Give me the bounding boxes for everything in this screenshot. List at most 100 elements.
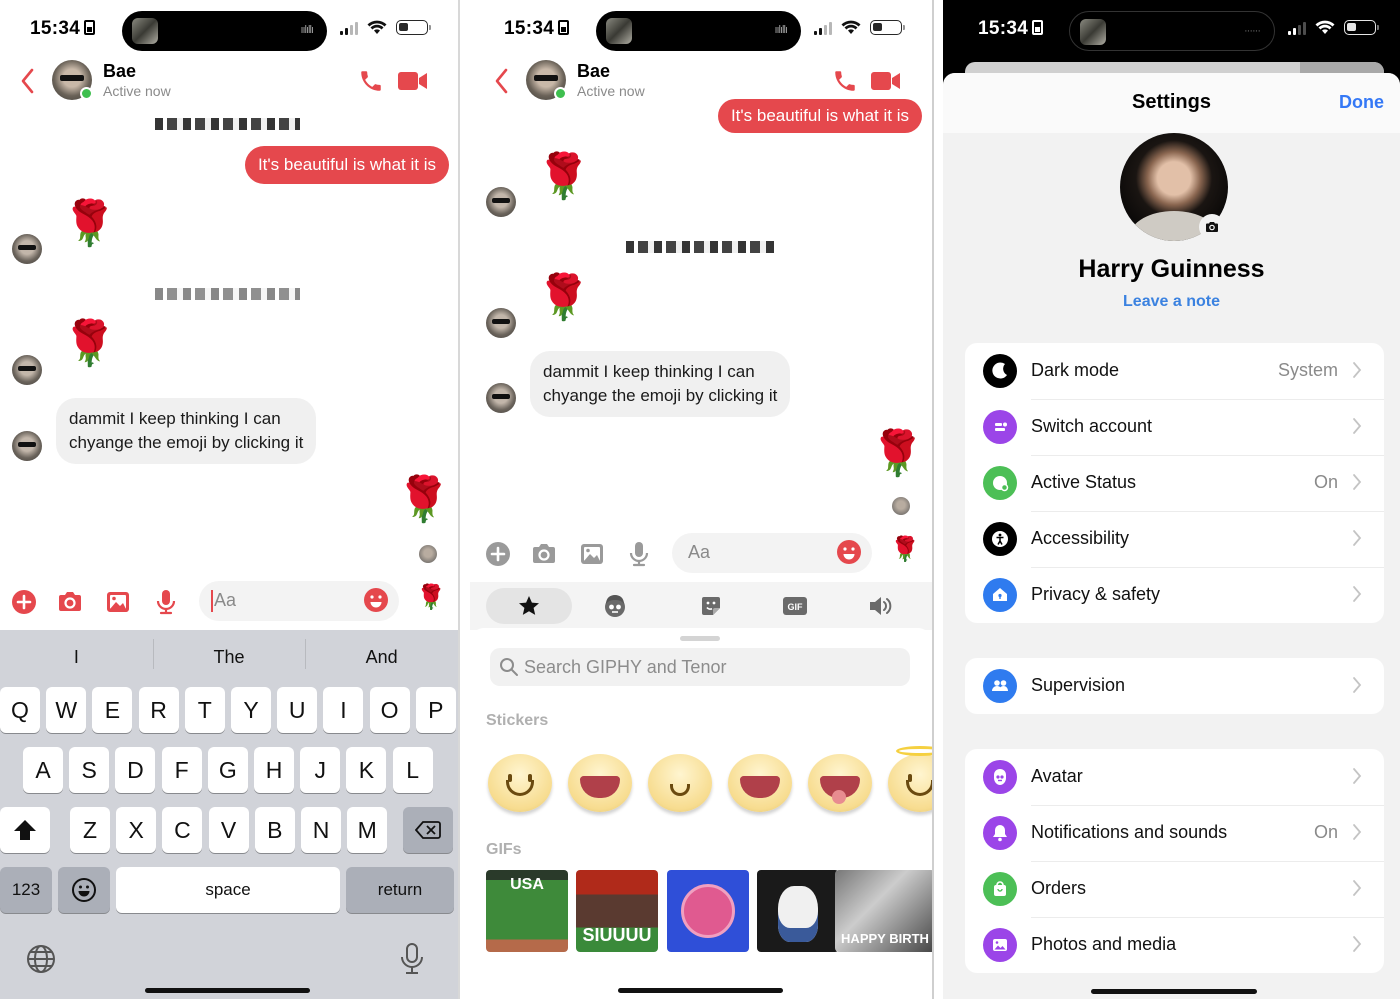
key-q[interactable]: Q xyxy=(0,687,40,733)
message-bubble-incoming[interactable]: dammit I keep thinking I can chyange the… xyxy=(530,351,791,417)
settings-row-avatar[interactable]: Avatar xyxy=(965,749,1384,805)
dictation-mic-icon[interactable] xyxy=(398,942,426,976)
sender-avatar[interactable] xyxy=(12,431,42,461)
settings-row-privacy-safety[interactable]: Privacy & safety xyxy=(965,567,1384,623)
sheet-grabber[interactable] xyxy=(680,636,720,641)
space-key[interactable]: space xyxy=(116,867,340,913)
sticker-angel[interactable] xyxy=(888,746,932,812)
rose-emoji-message[interactable]: 🌹 xyxy=(536,276,591,320)
microphone-icon[interactable] xyxy=(625,540,653,568)
quick-reaction-rose-button[interactable]: 🌹 xyxy=(416,586,446,610)
change-photo-button[interactable] xyxy=(1199,214,1225,240)
message-bubble-outgoing[interactable]: It's beautiful is what it is xyxy=(244,146,449,184)
key-c[interactable]: C xyxy=(162,807,203,853)
quick-reaction-rose-button[interactable]: 🌹 xyxy=(890,538,920,562)
back-chevron-icon[interactable] xyxy=(18,66,38,96)
gif-tile[interactable] xyxy=(757,870,839,952)
suggestion-item[interactable]: And xyxy=(305,639,458,669)
key-l[interactable]: L xyxy=(392,747,433,793)
rose-emoji-message[interactable]: 🌹 xyxy=(62,202,117,246)
sticker-tongue-out[interactable] xyxy=(808,754,872,812)
sender-avatar[interactable] xyxy=(12,355,42,385)
gif-tile[interactable]: USA xyxy=(486,870,568,952)
key-j[interactable]: J xyxy=(300,747,341,793)
dynamic-island[interactable]: ıılıllı xyxy=(596,11,801,51)
contact-name[interactable]: Bae xyxy=(103,61,136,82)
tab-favorites[interactable] xyxy=(486,588,572,624)
sender-avatar[interactable] xyxy=(12,234,42,264)
key-m[interactable]: M xyxy=(347,807,388,853)
video-call-icon[interactable] xyxy=(398,70,428,92)
key-i[interactable]: I xyxy=(323,687,364,733)
sender-avatar[interactable] xyxy=(486,187,516,217)
phone-call-icon[interactable] xyxy=(358,68,384,94)
key-h[interactable]: H xyxy=(254,747,294,793)
settings-row-dark-mode[interactable]: Dark mode System xyxy=(965,343,1384,399)
emoji-keyboard-key[interactable] xyxy=(58,867,110,913)
message-input[interactable]: Aa xyxy=(672,533,872,573)
sticker-smile[interactable] xyxy=(488,754,552,812)
key-g[interactable]: G xyxy=(207,747,248,793)
key-n[interactable]: N xyxy=(301,807,341,853)
message-bubble-incoming[interactable]: dammit I keep thinking I can chyange the… xyxy=(56,398,317,464)
contact-name[interactable]: Bae xyxy=(577,61,610,82)
sender-avatar[interactable] xyxy=(486,308,516,338)
key-d[interactable]: D xyxy=(115,747,156,793)
phone-call-icon[interactable] xyxy=(832,68,858,94)
done-button[interactable]: Done xyxy=(1339,92,1384,113)
suggestion-item[interactable]: The xyxy=(152,639,306,669)
key-x[interactable]: X xyxy=(116,807,157,853)
rose-emoji-message[interactable]: 🌹 xyxy=(396,478,451,522)
suggestion-item[interactable]: I xyxy=(0,647,153,668)
emoji-button-icon[interactable] xyxy=(836,539,862,565)
camera-icon[interactable] xyxy=(56,588,84,616)
settings-row-notifications-and-sounds[interactable]: Notifications and sounds On xyxy=(965,805,1384,861)
globe-icon[interactable] xyxy=(25,943,57,975)
settings-row-active-status[interactable]: Active Status On xyxy=(965,455,1384,511)
key-z[interactable]: Z xyxy=(70,807,110,853)
dynamic-island[interactable]: ······ xyxy=(1069,11,1275,51)
sticker-happy-closed-eyes[interactable] xyxy=(648,754,712,812)
backspace-key[interactable] xyxy=(403,807,453,853)
key-v[interactable]: V xyxy=(208,807,249,853)
settings-row-switch-account[interactable]: Switch account xyxy=(965,399,1384,455)
plus-circle-icon[interactable] xyxy=(10,588,38,616)
sender-avatar[interactable] xyxy=(486,383,516,413)
settings-row-accessibility[interactable]: Accessibility xyxy=(965,511,1384,567)
rose-emoji-message[interactable]: 🌹 xyxy=(536,155,591,199)
tab-stickers[interactable] xyxy=(686,588,736,624)
photo-gallery-icon[interactable] xyxy=(104,588,132,616)
key-o[interactable]: O xyxy=(369,687,410,733)
key-t[interactable]: T xyxy=(184,687,225,733)
gif-search-input[interactable]: Search GIPHY and Tenor xyxy=(490,648,910,686)
settings-row-supervision[interactable]: Supervision xyxy=(965,658,1384,714)
key-p[interactable]: P xyxy=(415,687,456,733)
key-s[interactable]: S xyxy=(69,747,110,793)
key-k[interactable]: K xyxy=(346,747,387,793)
settings-row-photos-and-media[interactable]: Photos and media xyxy=(965,917,1384,973)
key-u[interactable]: U xyxy=(277,687,318,733)
rose-emoji-message[interactable]: 🌹 xyxy=(870,432,925,476)
numbers-key[interactable]: 123 xyxy=(0,867,52,913)
key-b[interactable]: B xyxy=(254,807,295,853)
tab-sounds[interactable] xyxy=(856,588,906,624)
key-a[interactable]: A xyxy=(23,747,63,793)
settings-row-orders[interactable]: Orders xyxy=(965,861,1384,917)
tab-avatar[interactable] xyxy=(590,588,640,624)
return-key[interactable]: return xyxy=(346,867,454,913)
key-y[interactable]: Y xyxy=(231,687,271,733)
back-chevron-icon[interactable] xyxy=(492,66,512,96)
message-input[interactable]: Aa xyxy=(199,581,399,621)
key-f[interactable]: F xyxy=(161,747,202,793)
key-w[interactable]: W xyxy=(46,687,87,733)
plus-circle-icon[interactable] xyxy=(484,540,512,568)
shift-key[interactable] xyxy=(0,807,50,853)
gif-tile[interactable]: SIUUUU xyxy=(576,870,658,952)
emoji-button-icon[interactable] xyxy=(363,587,389,613)
video-call-icon[interactable] xyxy=(871,70,901,92)
sticker-laughing-tears[interactable] xyxy=(728,754,792,812)
rose-emoji-message[interactable]: 🌹 xyxy=(62,322,117,366)
sticker-grin[interactable] xyxy=(568,754,632,812)
key-e[interactable]: E xyxy=(92,687,133,733)
leave-note-link[interactable]: Leave a note xyxy=(943,293,1400,311)
